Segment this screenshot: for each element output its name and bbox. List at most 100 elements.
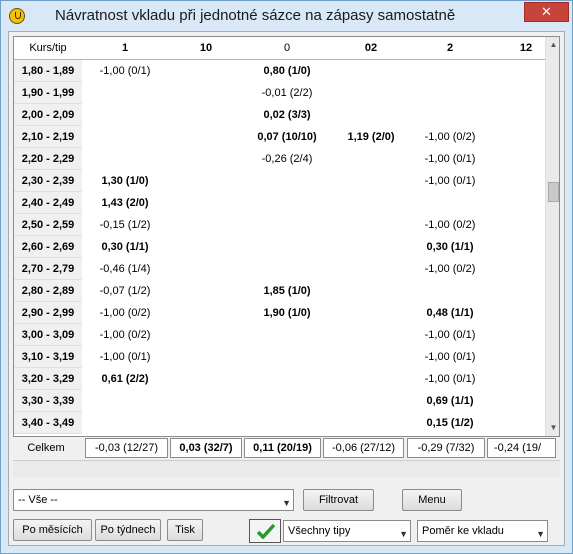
grid-cell[interactable] [330,258,412,280]
grid-cell[interactable] [412,280,488,302]
column-header[interactable]: 2 [412,37,488,59]
menu-button[interactable]: Menu [402,489,462,511]
grid-cell[interactable] [330,302,412,324]
grid-cell[interactable]: 1,19 (2/0) [330,126,412,148]
grid-cell[interactable]: 1,43 (2/0) [82,192,168,214]
grid-cell[interactable] [82,82,168,104]
by-month-button[interactable]: Po měsících [13,519,92,541]
grid-cell[interactable] [330,192,412,214]
grid-cell[interactable] [330,170,412,192]
grid-cell[interactable] [168,324,244,346]
grid-cell[interactable]: -1,00 (0/2) [412,214,488,236]
tips-select[interactable]: Všechny tipy ▼ [283,520,411,542]
grid-cell[interactable]: 1,90 (1/0) [244,302,330,324]
column-header[interactable]: 0 [244,37,330,59]
grid-cell[interactable]: 0,48 (1/1) [412,302,488,324]
grid-cell[interactable] [244,192,330,214]
grid-cell[interactable]: 1,30 (1/0) [82,170,168,192]
grid-cell[interactable]: -0,01 (2/2) [244,82,330,104]
grid-cell[interactable] [168,126,244,148]
ratio-select[interactable]: Poměr ke vkladu ▼ [417,520,548,542]
grid-cell[interactable] [168,302,244,324]
grid-cell[interactable] [330,390,412,412]
grid-cell[interactable] [330,324,412,346]
grid-cell[interactable]: 0,02 (3/3) [244,104,330,126]
grid-cell[interactable]: 0,69 (1/1) [412,390,488,412]
grid-cell[interactable] [82,390,168,412]
column-header[interactable]: 1 [82,37,168,59]
grid-cell[interactable]: -1,00 (0/2) [82,302,168,324]
grid-cell[interactable]: -1,00 (0/1) [412,368,488,390]
grid-cell[interactable] [168,412,244,434]
horizontal-scrollbar[interactable] [13,460,560,477]
grid-cell[interactable]: -1,00 (0/2) [412,258,488,280]
grid-cell[interactable]: -1,00 (0/1) [412,324,488,346]
grid-cell[interactable] [168,82,244,104]
grid-cell[interactable] [412,82,488,104]
scroll-up-icon[interactable]: ▲ [546,37,559,53]
grid-cell[interactable] [168,104,244,126]
grid-cell[interactable]: 0,30 (1/1) [412,236,488,258]
print-button[interactable]: Tisk [167,519,203,541]
grid-cell[interactable] [168,214,244,236]
filter-select[interactable]: -- Vše -- ▼ [13,489,294,511]
grid-cell[interactable]: -0,46 (1/4) [82,258,168,280]
grid-cell[interactable] [330,148,412,170]
grid-cell[interactable] [168,258,244,280]
grid-cell[interactable] [330,82,412,104]
grid-cell[interactable]: 0,30 (1/1) [82,236,168,258]
grid-cell[interactable] [168,236,244,258]
column-header[interactable]: 02 [330,37,412,59]
grid-cell[interactable] [168,192,244,214]
grid-cell[interactable]: 1,85 (1/0) [244,280,330,302]
grid-cell[interactable] [168,60,244,82]
grid-cell[interactable] [244,412,330,434]
grid-cell[interactable] [168,280,244,302]
grid-cell[interactable] [244,324,330,346]
grid-cell[interactable] [330,368,412,390]
grid-cell[interactable] [412,192,488,214]
grid-cell[interactable] [82,126,168,148]
scroll-down-icon[interactable]: ▼ [546,420,559,436]
grid-cell[interactable] [244,346,330,368]
grid-cell[interactable] [244,390,330,412]
grid-cell[interactable] [330,346,412,368]
grid-cell[interactable] [244,170,330,192]
grid-cell[interactable] [412,104,488,126]
grid-cell[interactable] [244,236,330,258]
grid-cell[interactable] [168,148,244,170]
grid-cell[interactable] [330,104,412,126]
grid-cell[interactable] [82,148,168,170]
grid-cell[interactable] [168,346,244,368]
grid-cell[interactable] [168,368,244,390]
confirm-button[interactable] [249,519,281,543]
row-header-label[interactable]: Kurs/tip [14,37,82,59]
grid-cell[interactable]: -0,07 (1/2) [82,280,168,302]
grid-cell[interactable] [244,368,330,390]
column-header[interactable]: 10 [168,37,244,59]
grid-cell[interactable] [412,60,488,82]
grid-cell[interactable] [330,236,412,258]
grid-cell[interactable]: -1,00 (0/2) [82,324,168,346]
grid-cell[interactable]: 0,61 (2/2) [82,368,168,390]
grid-cell[interactable] [244,258,330,280]
grid-cell[interactable]: -1,00 (0/2) [412,126,488,148]
grid-cell[interactable] [168,170,244,192]
by-week-button[interactable]: Po týdnech [95,519,161,541]
grid-cell[interactable]: -0,15 (1/2) [82,214,168,236]
grid-cell[interactable] [330,280,412,302]
grid-cell[interactable]: -1,00 (0/1) [412,148,488,170]
grid-cell[interactable] [82,412,168,434]
grid-cell[interactable]: 0,80 (1/0) [244,60,330,82]
grid-cell[interactable]: -1,00 (0/1) [82,60,168,82]
grid-cell[interactable] [168,390,244,412]
grid-cell[interactable] [330,60,412,82]
grid-cell[interactable]: 0,15 (1/2) [412,412,488,434]
grid-cell[interactable] [244,214,330,236]
grid-cell[interactable]: 0,07 (10/10) [244,126,330,148]
grid-cell[interactable] [82,104,168,126]
scroll-thumb[interactable] [548,182,559,202]
grid-cell[interactable]: -1,00 (0/1) [412,170,488,192]
close-button[interactable]: ✕ [524,2,569,22]
grid-cell[interactable]: -1,00 (0/1) [82,346,168,368]
